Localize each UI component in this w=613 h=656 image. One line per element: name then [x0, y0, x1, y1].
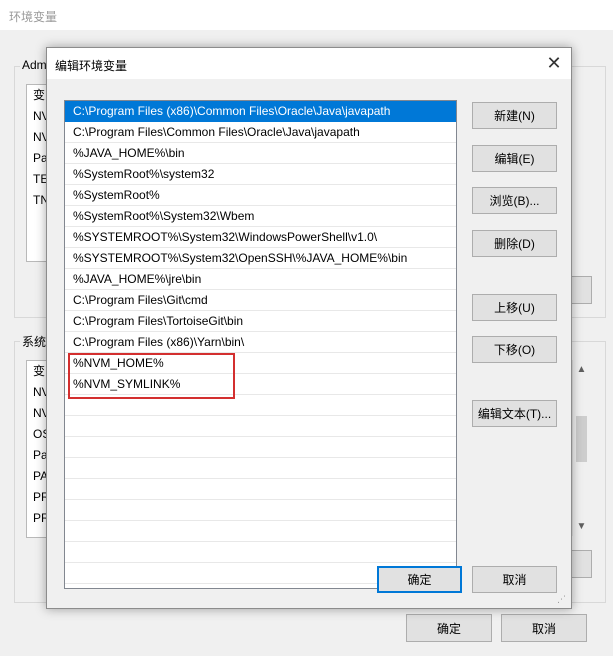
path-list-item[interactable]: %SystemRoot%: [65, 185, 456, 206]
path-list-empty-row[interactable]: [65, 416, 456, 437]
browse-button-label: 浏览(B)...: [489, 194, 540, 208]
user-variables-delete-button[interactable]: [572, 276, 592, 304]
nvm-highlight-box: [68, 353, 235, 399]
system-variables-group-label: 系统: [20, 333, 49, 350]
cancel-button[interactable]: 取消: [472, 566, 557, 593]
system-variables-delete-button[interactable]: [572, 550, 592, 578]
path-list-item[interactable]: C:\Program Files\Common Files\Oracle\Jav…: [65, 122, 456, 143]
scrollbar-thumb[interactable]: [576, 416, 587, 462]
path-list-item[interactable]: %SYSTEMROOT%\System32\WindowsPowerShell\…: [65, 227, 456, 248]
path-list-empty-row[interactable]: [65, 458, 456, 479]
bg-ok-label: 确定: [436, 621, 461, 636]
move-up-button-label: 上移(U): [494, 301, 535, 315]
edit-button-label: 编辑(E): [494, 152, 535, 166]
close-button[interactable]: ✕: [537, 48, 571, 79]
ok-button-label: 确定: [407, 573, 432, 587]
edit-text-button[interactable]: 编辑文本(T)...: [472, 400, 557, 427]
path-list-empty-row[interactable]: [65, 542, 456, 563]
path-list-item[interactable]: C:\Program Files\TortoiseGit\bin: [65, 311, 456, 332]
bg-cancel-button[interactable]: 取消: [501, 614, 587, 642]
delete-button-label: 删除(D): [494, 237, 535, 251]
system-variables-scrollbar[interactable]: ▲ ▼: [572, 360, 590, 536]
ok-button[interactable]: 确定: [377, 566, 462, 593]
bg-cancel-label: 取消: [531, 621, 556, 636]
edit-text-button-label: 编辑文本(T)...: [477, 407, 552, 421]
path-list-empty-row[interactable]: [65, 437, 456, 458]
dialog-title: 编辑环境变量: [55, 59, 128, 73]
path-list-item[interactable]: C:\Program Files\Git\cmd: [65, 290, 456, 311]
resize-grip-icon[interactable]: ⋰: [557, 594, 569, 606]
path-list-item[interactable]: %SYSTEMROOT%\System32\OpenSSH\%JAVA_HOME…: [65, 248, 456, 269]
user-variables-group-label: Adm: [20, 58, 49, 72]
move-up-button[interactable]: 上移(U): [472, 294, 557, 321]
path-list-item[interactable]: %JAVA_HOME%\jre\bin: [65, 269, 456, 290]
browse-button[interactable]: 浏览(B)...: [472, 187, 557, 214]
new-button-label: 新建(N): [494, 109, 535, 123]
path-list-item[interactable]: %SystemRoot%\system32: [65, 164, 456, 185]
move-down-button[interactable]: 下移(O): [472, 336, 557, 363]
bg-window-title: 环境变量: [9, 10, 58, 24]
path-list-item[interactable]: %SystemRoot%\System32\Wbem: [65, 206, 456, 227]
scroll-up-arrow-icon[interactable]: ▲: [573, 364, 590, 375]
bg-ok-button[interactable]: 确定: [406, 614, 492, 642]
edit-button[interactable]: 编辑(E): [472, 145, 557, 172]
path-list-empty-row[interactable]: [65, 479, 456, 500]
new-button[interactable]: 新建(N): [472, 102, 557, 129]
path-list-item[interactable]: C:\Program Files (x86)\Common Files\Orac…: [65, 101, 456, 122]
path-list-empty-row[interactable]: [65, 500, 456, 521]
path-list[interactable]: C:\Program Files (x86)\Common Files\Orac…: [64, 100, 457, 589]
bg-titlebar: 环境变量: [0, 0, 613, 30]
edit-environment-variable-dialog: 编辑环境变量 ✕ C:\Program Files (x86)\Common F…: [46, 47, 572, 609]
scroll-down-arrow-icon[interactable]: ▼: [573, 521, 590, 532]
dialog-titlebar: 编辑环境变量 ✕: [47, 48, 571, 79]
path-list-item[interactable]: C:\Program Files (x86)\Yarn\bin\: [65, 332, 456, 353]
close-icon: ✕: [546, 53, 562, 73]
delete-button[interactable]: 删除(D): [472, 230, 557, 257]
cancel-button-label: 取消: [502, 573, 527, 587]
move-down-button-label: 下移(O): [493, 343, 536, 357]
path-list-item[interactable]: %JAVA_HOME%\bin: [65, 143, 456, 164]
path-list-empty-row[interactable]: [65, 521, 456, 542]
